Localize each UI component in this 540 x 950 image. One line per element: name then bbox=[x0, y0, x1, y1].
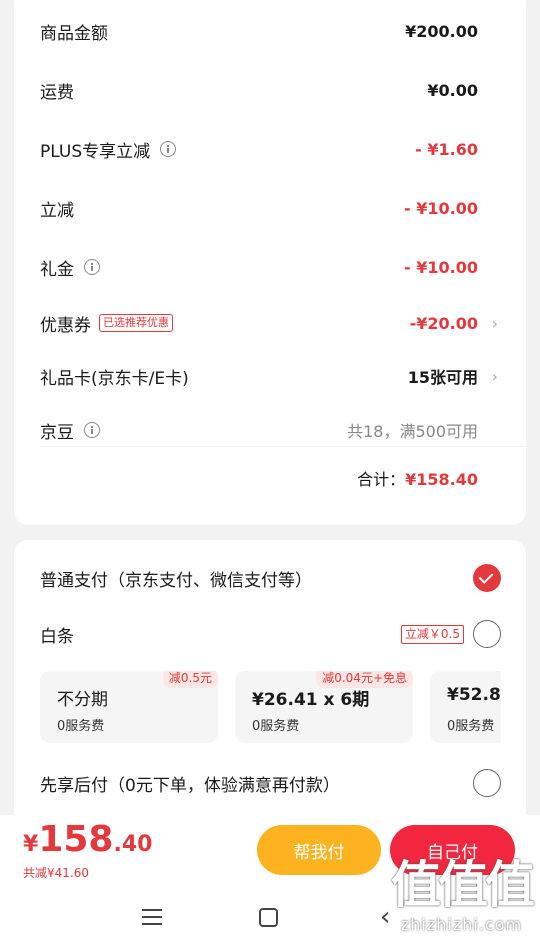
baitiao-option[interactable]: 白条 立减￥0.5 bbox=[14, 614, 526, 654]
instant-discount-row: 立减 - ¥10.00 bbox=[14, 188, 526, 228]
plan-3-installments[interactable]: ¥52.80 0服务费 bbox=[430, 671, 501, 743]
price-currency: ¥ bbox=[23, 832, 39, 857]
info-icon[interactable] bbox=[84, 259, 100, 275]
plan-badge: 减0.5元 bbox=[162, 671, 218, 688]
radio-icon[interactable] bbox=[473, 769, 501, 797]
baitiao-discount-tag: 立减￥0.5 bbox=[400, 624, 464, 644]
jd-beans-label: 京豆 bbox=[40, 422, 74, 443]
watermark-url: zhizhizhi.com bbox=[400, 915, 523, 934]
plus-discount-value: - ¥1.60 bbox=[415, 139, 478, 159]
gift-money-row: 礼金 - ¥10.00 bbox=[14, 247, 526, 287]
coupon-value: -¥20.00 bbox=[409, 313, 478, 333]
shipping-value: ¥0.00 bbox=[427, 80, 478, 100]
check-circle-icon[interactable] bbox=[473, 564, 501, 592]
info-icon[interactable] bbox=[84, 422, 100, 438]
plan-title: 不分期 bbox=[57, 690, 108, 710]
total-saved: 共减¥41.60 bbox=[23, 866, 89, 880]
watermark: 值值值 zhizhizhi.com bbox=[391, 855, 535, 934]
jd-beans-row: 京豆 共18，满500可用 bbox=[14, 410, 526, 450]
baitiao-label: 白条 bbox=[40, 626, 74, 647]
coupon-label: 优惠券 bbox=[40, 315, 91, 336]
info-icon[interactable] bbox=[160, 141, 177, 157]
goods-amount-value: ¥200.00 bbox=[405, 21, 478, 41]
plus-discount-row: PLUS专享立减 - ¥1.60 bbox=[14, 129, 526, 169]
plan-title: ¥52.80 bbox=[447, 685, 501, 705]
installment-plans[interactable]: 减0.5元 不分期 0服务费 减0.04元+免息 ¥26.41 x 6期 0服务… bbox=[40, 671, 501, 743]
final-price: ¥158.40 bbox=[23, 819, 152, 860]
shipping-row: 运费 ¥0.00 bbox=[14, 70, 526, 110]
back-icon[interactable]: ‹ bbox=[380, 904, 390, 930]
plan-fee: 0服务费 bbox=[57, 719, 105, 734]
chevron-right-icon: › bbox=[491, 313, 498, 333]
menu-icon[interactable] bbox=[142, 909, 162, 925]
home-icon[interactable] bbox=[259, 908, 278, 927]
radio-icon[interactable] bbox=[473, 620, 501, 648]
goods-amount-label: 商品金额 bbox=[40, 23, 108, 44]
watermark-logo: 值值值 bbox=[391, 856, 535, 914]
normal-payment-label: 普通支付（京东支付、微信支付等） bbox=[40, 570, 312, 591]
gift-card-label: 礼品卡(京东卡/E卡) bbox=[40, 368, 189, 389]
plan-fee: 0服务费 bbox=[252, 719, 300, 734]
instant-discount-value: - ¥10.00 bbox=[404, 198, 478, 218]
total-label: 合计： bbox=[357, 470, 406, 489]
order-summary-card: 商品金额 ¥200.00 运费 ¥0.00 PLUS专享立减 - ¥1.60 立… bbox=[14, 0, 526, 525]
gift-card-value: 15张可用 bbox=[407, 368, 478, 387]
plan-no-installment[interactable]: 减0.5元 不分期 0服务费 bbox=[40, 671, 218, 743]
plan-fee: 0服务费 bbox=[447, 719, 495, 734]
jd-beans-value: 共18，满500可用 bbox=[347, 422, 478, 441]
price-decimal: .40 bbox=[113, 832, 153, 857]
shipping-label: 运费 bbox=[40, 82, 74, 103]
pay-later-option[interactable]: 先享后付（0元下单，体验满意再付款） bbox=[14, 763, 526, 803]
coupon-tag: 已选推荐优惠 bbox=[99, 314, 173, 332]
goods-amount-row: 商品金额 ¥200.00 bbox=[14, 11, 526, 51]
gift-money-label: 礼金 bbox=[40, 259, 74, 280]
pay-later-label: 先享后付（0元下单，体验满意再付款） bbox=[40, 775, 340, 796]
divider bbox=[40, 446, 526, 447]
plus-discount-label: PLUS专享立减 bbox=[40, 141, 151, 162]
plan-6-installments[interactable]: 减0.04元+免息 ¥26.41 x 6期 0服务费 bbox=[235, 671, 413, 743]
payment-card: 普通支付（京东支付、微信支付等） 白条 立减￥0.5 减0.5元 不分期 0服务… bbox=[14, 540, 526, 840]
total-value: ¥158.40 bbox=[405, 470, 478, 489]
instant-discount-label: 立减 bbox=[40, 200, 74, 221]
help-pay-button[interactable]: 帮我付 bbox=[257, 825, 381, 875]
normal-payment-option[interactable]: 普通支付（京东支付、微信支付等） bbox=[14, 558, 526, 598]
plan-title: ¥26.41 x 6期 bbox=[252, 690, 370, 710]
price-integer: 158 bbox=[38, 819, 114, 860]
chevron-right-icon: › bbox=[491, 366, 498, 386]
gift-card-row[interactable]: 礼品卡(京东卡/E卡) 15张可用 › bbox=[14, 356, 526, 396]
coupon-row[interactable]: 优惠券 已选推荐优惠 -¥20.00 › bbox=[14, 303, 526, 343]
gift-money-value: - ¥10.00 bbox=[404, 257, 478, 277]
total: 合计：¥158.40 bbox=[357, 466, 478, 490]
